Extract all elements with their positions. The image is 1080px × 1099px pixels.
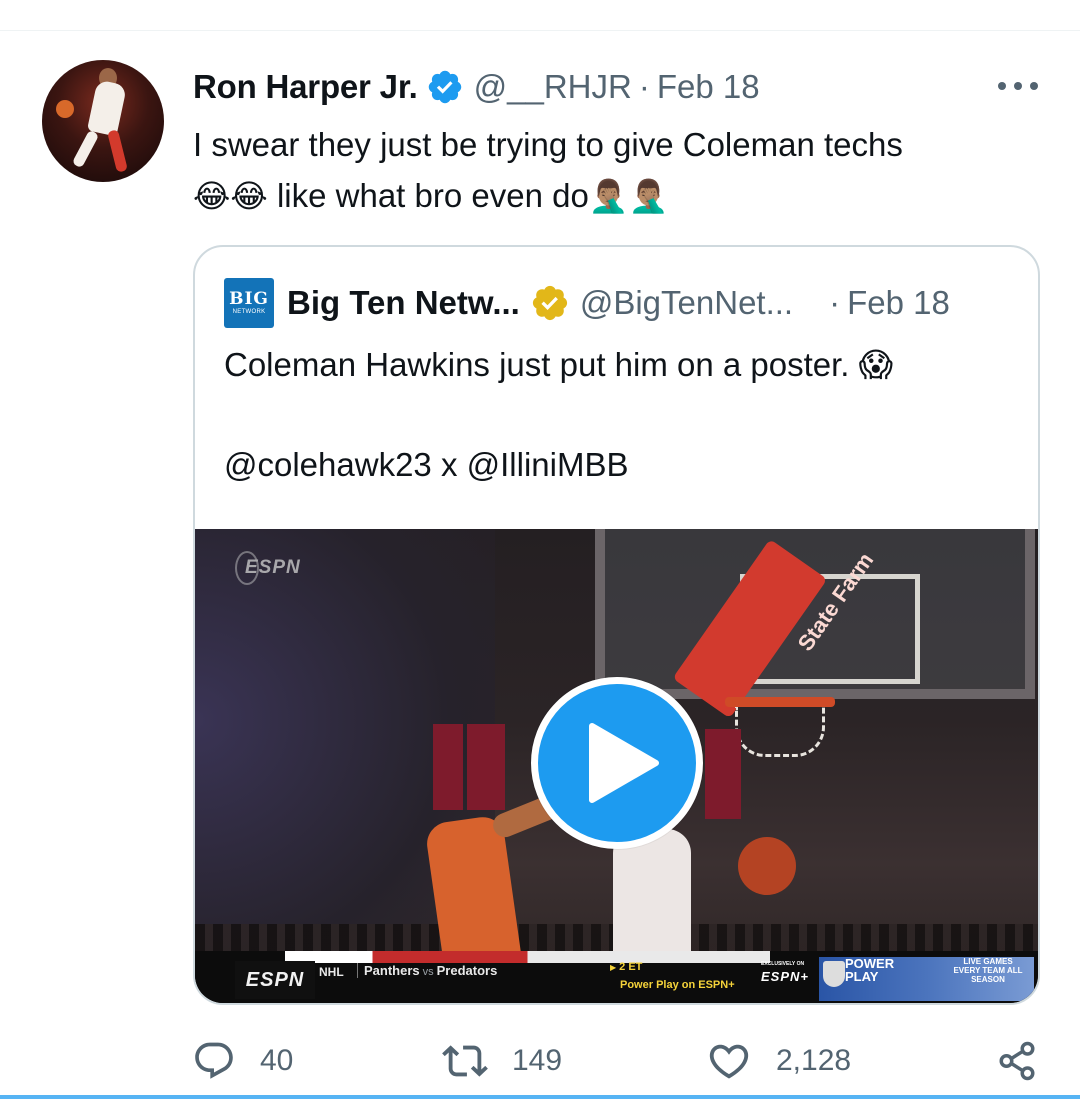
avatar[interactable] bbox=[42, 60, 164, 182]
tweet-text-segment: like what bro even do bbox=[267, 177, 589, 214]
video-basketball bbox=[738, 837, 796, 895]
reply-count: 40 bbox=[260, 1044, 294, 1077]
quoted-display-name[interactable]: Big Ten Netw... bbox=[287, 284, 520, 322]
avatar-player-body bbox=[86, 79, 128, 137]
big-ten-network-logo[interactable]: BIG NETWORK bbox=[224, 278, 274, 328]
video-rim bbox=[725, 697, 835, 707]
like-button[interactable]: 2,128 bbox=[706, 1031, 851, 1091]
quoted-tweet-text: Coleman Hawkins just put him on a poster… bbox=[224, 346, 894, 483]
separator-dot: · bbox=[638, 68, 650, 105]
quoted-handle[interactable]: @BigTenNet... bbox=[580, 284, 793, 322]
quoted-date[interactable]: Feb 18 bbox=[847, 284, 950, 322]
like-count: 2,128 bbox=[776, 1044, 852, 1077]
reply-icon bbox=[195, 1042, 233, 1079]
retweet-icon bbox=[442, 1045, 488, 1077]
more-dot bbox=[1014, 82, 1022, 90]
avatar-player-leg bbox=[71, 129, 100, 169]
espn-ticker: ESPN NHL PanthersvsPredators 2 ET Power … bbox=[195, 951, 1038, 1003]
bottom-accent-bar bbox=[0, 1095, 1080, 1099]
ticker-matchup: Panthers vs Predators bbox=[357, 963, 497, 978]
play-button[interactable] bbox=[531, 677, 703, 849]
ticker-time: 2 ET bbox=[610, 961, 642, 973]
video-banner bbox=[705, 729, 741, 819]
facepalm-emoji: 🤦🏽‍♂️🤦🏽‍♂️ bbox=[588, 177, 669, 215]
heart-icon bbox=[709, 1044, 749, 1079]
tweet-text-line: I swear they just be trying to give Cole… bbox=[193, 126, 903, 163]
avatar-player-leg bbox=[107, 129, 128, 173]
video-player[interactable]: ESPN State Farm ESPN NHL Panthers vs Preda… bbox=[195, 529, 1038, 1003]
more-horizontal-icon[interactable] bbox=[996, 73, 1040, 99]
ticker-exclusive-label: EXCLUSIVELY ON bbox=[761, 961, 805, 967]
quoted-tweet-header: BIG NETWORK Big Ten Netw... @BigTenNet..… bbox=[224, 278, 950, 328]
tweet-text-line: 😂😂 like what bro even do🤦🏽‍♂️🤦🏽‍♂️ bbox=[193, 170, 1043, 222]
ticker-team: Predators bbox=[436, 963, 498, 978]
ticker-power-play-label: POWER PLAY bbox=[845, 957, 894, 983]
nhl-shield-icon bbox=[823, 961, 845, 987]
quoted-tweet[interactable]: BIG NETWORK Big Ten Netw... @BigTenNet..… bbox=[193, 245, 1040, 1005]
ticker-ad-strip bbox=[285, 951, 770, 963]
more-dot bbox=[998, 82, 1006, 90]
share-button[interactable] bbox=[996, 1031, 1038, 1091]
tweet-date[interactable]: Feb 18 bbox=[657, 68, 760, 106]
ticker-league: NHL bbox=[319, 965, 344, 979]
retweet-count: 149 bbox=[512, 1044, 563, 1077]
ticker-espn-logo: ESPN bbox=[235, 961, 315, 999]
video-banner bbox=[467, 724, 505, 810]
logo-text: BIG bbox=[229, 288, 269, 309]
logo-subtext: NETWORK bbox=[232, 308, 266, 315]
ticker-live-games: LIVE GAMES EVERY TEAM ALL SEASON bbox=[953, 957, 1023, 984]
gold-verified-badge-icon[interactable] bbox=[530, 283, 570, 323]
share-icon bbox=[999, 1041, 1035, 1081]
tweet[interactable]: Ron Harper Jr. @__RHJR · Feb 18 I swear … bbox=[0, 31, 1080, 1095]
laughing-emoji: 😂😂 bbox=[193, 177, 268, 215]
more-dot bbox=[1030, 82, 1038, 90]
ticker-exclusive: EXCLUSIVELY ON ESPN+ bbox=[761, 961, 816, 984]
video-net bbox=[735, 707, 825, 757]
play-icon bbox=[589, 723, 659, 803]
verified-badge-icon[interactable] bbox=[426, 68, 464, 106]
video-banner bbox=[433, 724, 463, 810]
author-display-name[interactable]: Ron Harper Jr. bbox=[193, 68, 418, 106]
reply-button[interactable]: 40 bbox=[192, 1031, 293, 1091]
avatar-ball bbox=[56, 100, 74, 118]
tweet-text: I swear they just be trying to give Cole… bbox=[193, 119, 1043, 222]
ticker-power-play-text: Power Play on ESPN+ bbox=[620, 979, 735, 991]
ticker-play-label: PLAY bbox=[845, 969, 879, 984]
author-handle[interactable]: @__RHJR bbox=[474, 68, 632, 106]
tweet-actions: 40 149 2,128 bbox=[0, 1031, 1080, 1091]
espn-watermark: ESPN bbox=[235, 551, 301, 585]
ticker-team: Panthers bbox=[364, 963, 420, 978]
retweet-button[interactable]: 149 bbox=[442, 1031, 562, 1091]
separator-dot: · bbox=[829, 284, 841, 321]
ticker-espn-plus: ESPN+ bbox=[761, 969, 809, 984]
tweet-header: Ron Harper Jr. @__RHJR · Feb 18 bbox=[193, 67, 760, 107]
ticker-vs: vs bbox=[422, 966, 434, 978]
